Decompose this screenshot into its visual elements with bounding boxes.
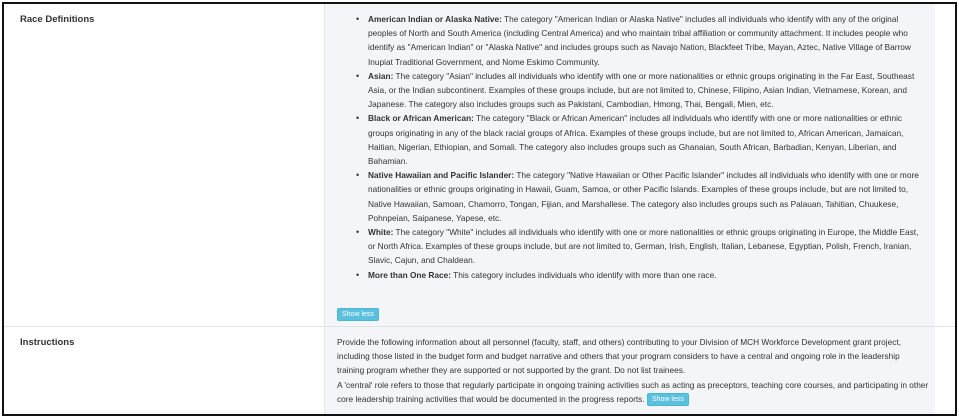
race-description: The category "Asian" includes all indivi… (368, 70, 915, 110)
instructions-label: Instructions (20, 337, 75, 348)
race-item-more-than-one: More than One Race: This category includ… (356, 268, 928, 282)
instructions-show-less-button[interactable]: Show less (646, 393, 689, 407)
race-definitions-value-cell: American Indian or Alaska Native: The ca… (325, 4, 935, 326)
race-definitions-row: Race Definitions American Indian or Alas… (4, 4, 955, 327)
race-item-black: Black or African American: The category … (356, 111, 928, 168)
race-term: American Indian or Alaska Native: (368, 14, 502, 24)
race-description: The category "White" includes all indivi… (368, 227, 919, 266)
race-term: Black or African American: (368, 113, 474, 124)
race-term: Asian: (368, 70, 394, 81)
race-term: More than One Race: (368, 269, 451, 280)
race-definitions-label-cell: Race Definitions (4, 4, 325, 326)
instructions-label-cell: Instructions (4, 327, 325, 414)
race-term: Native Hawaiian and Pacific Islander: (368, 170, 515, 181)
race-term: White: (368, 227, 394, 238)
race-show-less-button[interactable]: Show less (337, 308, 379, 321)
instructions-text: Provide the following information about … (337, 335, 929, 407)
race-definitions-label: Race Definitions (20, 14, 95, 25)
race-description: This category includes individuals who i… (451, 269, 717, 280)
instructions-paragraph-1: Provide the following information about … (337, 337, 902, 376)
race-definitions-list: American Indian or Alaska Native: The ca… (356, 12, 928, 282)
instructions-value-cell: Provide the following information about … (325, 327, 935, 414)
race-item-american-indian: American Indian or Alaska Native: The ca… (356, 12, 928, 69)
details-table: Race Definitions American Indian or Alas… (2, 2, 957, 416)
race-item-pacific-islander: Native Hawaiian and Pacific Islander: Th… (356, 168, 928, 225)
instructions-paragraph-2: A 'central' role refers to those that re… (337, 378, 929, 407)
instructions-paragraph-2-text: A 'central' role refers to those that re… (337, 379, 929, 404)
instructions-row: Instructions Provide the following infor… (4, 327, 955, 414)
race-item-asian: Asian: The category "Asian" includes all… (356, 69, 928, 112)
race-item-white: White: The category "White" includes all… (356, 225, 928, 268)
